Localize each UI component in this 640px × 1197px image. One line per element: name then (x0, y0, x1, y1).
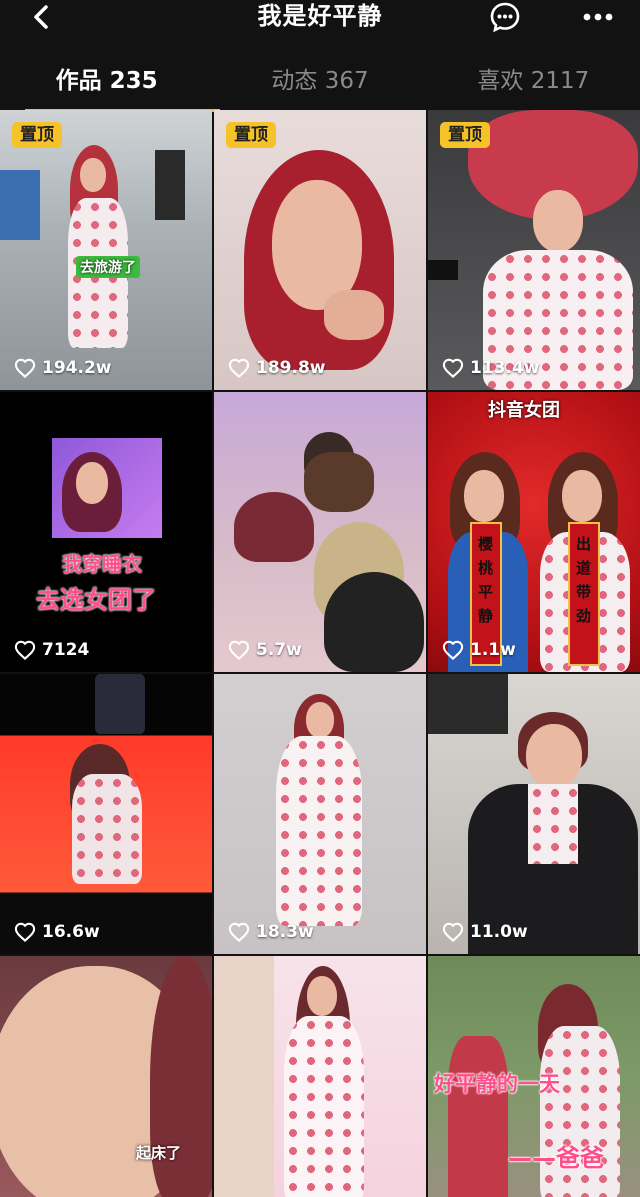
thumbnail-image (0, 110, 212, 390)
thumbnail-image (0, 674, 212, 954)
like-count: 1.1w (442, 640, 516, 660)
pinned-badge: 置顶 (440, 122, 490, 148)
heart-icon (14, 358, 36, 378)
like-count-value: 113.4w (470, 358, 540, 378)
like-count: 113.4w (442, 358, 539, 378)
heart-icon (228, 922, 250, 942)
video-caption-line1: 我穿睡衣 (62, 552, 142, 576)
video-thumbnail[interactable]: 我穿睡衣 去选女团了 7124 (0, 392, 212, 672)
thumbnail-image (214, 110, 426, 390)
tab-likes[interactable]: 喜欢 2117 (427, 56, 640, 108)
thumbnail-image (428, 110, 640, 390)
heart-icon (442, 922, 464, 942)
video-thumbnail[interactable]: 起床了 (0, 956, 212, 1197)
like-count: 18.3w (228, 922, 314, 942)
like-count-value: 18.3w (256, 922, 314, 942)
like-count-value: 16.6w (42, 922, 100, 942)
pinned-badge: 置顶 (12, 122, 62, 148)
video-caption: 起床了 (136, 1144, 182, 1162)
like-count: 189.8w (228, 358, 325, 378)
like-count: 7124 (14, 640, 89, 660)
top-bar: 我是好平静 (0, 0, 640, 40)
like-count: 194.2w (14, 358, 111, 378)
video-grid: 置顶 去旅游了 194.2w 置顶 189.8w 置顶 113.4w 我穿睡衣 … (0, 110, 640, 1197)
like-count: 5.7w (228, 640, 302, 660)
heart-icon (442, 358, 464, 378)
video-thumbnail[interactable]: 置顶 113.4w (428, 110, 640, 390)
thumbnail-image (0, 392, 212, 672)
couplet-right: 出道带劲 (576, 535, 592, 625)
video-thumbnail[interactable] (214, 956, 426, 1197)
video-thumbnail[interactable]: 抖音女团 樱桃平静 出道带劲 1.1w (428, 392, 640, 672)
like-count-value: 5.7w (256, 640, 302, 660)
like-count: 11.0w (442, 922, 528, 942)
thumbnail-image (428, 674, 640, 954)
like-count-value: 7124 (42, 640, 90, 660)
heart-icon (442, 640, 464, 660)
video-thumbnail[interactable]: 好平静的一天 ——爸爸 (428, 956, 640, 1197)
thumbnail-image (428, 392, 640, 672)
thumbnail-image (214, 392, 426, 672)
video-thumbnail[interactable]: 16.6w (0, 674, 212, 954)
video-caption-line2: 去选女团了 (36, 586, 156, 614)
heart-icon (228, 640, 250, 660)
video-thumbnail[interactable]: 置顶 去旅游了 194.2w (0, 110, 212, 390)
message-button[interactable] (487, 0, 523, 34)
video-caption: 去旅游了 (76, 256, 140, 278)
profile-screen: 我是好平静 作品 235 动态 367 喜欢 2117 置顶 去旅游了 194.… (0, 0, 640, 1197)
banner-text: 抖音女团 (488, 400, 560, 421)
video-thumbnail[interactable]: 置顶 189.8w (214, 110, 426, 390)
page-title: 我是好平静 (257, 2, 383, 30)
like-count-value: 189.8w (256, 358, 326, 378)
video-thumbnail[interactable]: 18.3w (214, 674, 426, 954)
heart-icon (14, 640, 36, 660)
pinned-badge: 置顶 (226, 122, 276, 148)
more-button[interactable] (578, 0, 618, 34)
video-caption-line1: 好平静的一天 (434, 1072, 560, 1096)
tab-works[interactable]: 作品 235 (0, 56, 221, 112)
like-count-value: 11.0w (470, 922, 528, 942)
profile-tabs: 作品 235 动态 367 喜欢 2117 (0, 56, 640, 112)
couplet-left: 樱桃平静 (478, 535, 494, 625)
like-count-value: 194.2w (42, 358, 112, 378)
like-count-value: 1.1w (470, 640, 516, 660)
video-thumbnail[interactable]: 11.0w (428, 674, 640, 954)
thumbnail-image (214, 674, 426, 954)
heart-icon (14, 922, 36, 942)
more-icon (583, 13, 613, 21)
video-caption-line2: ——爸爸 (508, 1144, 604, 1172)
video-thumbnail[interactable]: 5.7w (214, 392, 426, 672)
heart-icon (228, 358, 250, 378)
message-icon (490, 2, 520, 33)
tab-activity[interactable]: 动态 367 (213, 56, 426, 108)
thumbnail-image (214, 956, 426, 1197)
like-count: 16.6w (14, 922, 100, 942)
